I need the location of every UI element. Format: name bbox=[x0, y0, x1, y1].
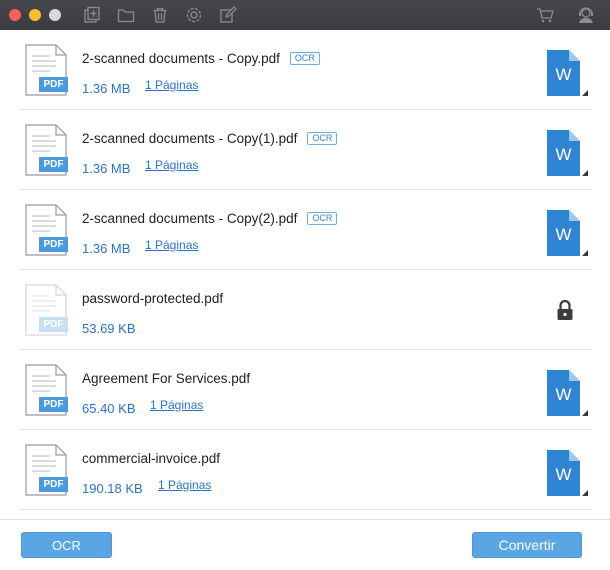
file-name: commercial-invoice.pdf bbox=[82, 451, 220, 466]
minimize-window-button[interactable] bbox=[29, 9, 41, 21]
pdf-badge-label: PDF bbox=[43, 159, 64, 170]
word-badge-label: W bbox=[555, 145, 572, 164]
file-name-text: Agreement For Services.pdf bbox=[82, 371, 251, 386]
support-icon[interactable] bbox=[577, 6, 595, 24]
pdf-badge-label: PDF bbox=[43, 399, 64, 410]
pdf-file-icon: PDF bbox=[25, 284, 69, 336]
file-size: 53.69 KB bbox=[82, 321, 136, 336]
word-badge-label: W bbox=[555, 65, 572, 84]
title-bar bbox=[0, 0, 610, 30]
file-size: 190.18 KB bbox=[82, 481, 143, 496]
settings-icon[interactable] bbox=[185, 6, 203, 24]
file-name-text: 2-scanned documents - Copy.pdf bbox=[82, 51, 280, 66]
file-row[interactable]: PDF password-protected.pdf 53.69 KB bbox=[20, 270, 592, 350]
pdf-badge-label: PDF bbox=[43, 479, 64, 490]
word-format-icon[interactable]: W bbox=[545, 129, 591, 177]
file-name-text: 2-scanned documents - Copy(1).pdf bbox=[82, 131, 298, 146]
pdf-file-icon: PDF bbox=[25, 364, 69, 416]
convert-button[interactable]: Convertir bbox=[472, 532, 582, 558]
file-list: PDF 2-scanned documents - Copy.pdf OCR 1.36… bbox=[0, 30, 610, 510]
word-format-icon[interactable]: W bbox=[545, 449, 591, 497]
pdf-file-icon: PDF bbox=[25, 444, 69, 496]
ocr-tag: OCR bbox=[289, 52, 320, 65]
page-count-link[interactable]: 1 Páginas bbox=[150, 398, 203, 412]
pdf-badge-label: PDF bbox=[43, 319, 64, 330]
word-badge-label: W bbox=[555, 385, 572, 404]
pdf-badge-label: PDF bbox=[43, 79, 64, 90]
pdf-file-icon: PDF bbox=[25, 124, 69, 176]
folder-icon[interactable] bbox=[117, 6, 135, 24]
file-row[interactable]: PDF 2-scanned documents - Copy.pdf OCR 1.36… bbox=[20, 30, 592, 110]
file-name: 2-scanned documents - Copy.pdf OCR bbox=[82, 51, 320, 66]
file-row[interactable]: PDF 2-scanned documents - Copy(1).pdf OCR 1… bbox=[20, 110, 592, 190]
file-name: 2-scanned documents - Copy(1).pdf OCR bbox=[82, 131, 338, 146]
file-name-text: 2-scanned documents - Copy(2).pdf bbox=[82, 211, 298, 226]
file-row[interactable]: PDF 2-scanned documents - Copy(2).pdf OCR 1… bbox=[20, 190, 592, 270]
ocr-button[interactable]: OCR bbox=[21, 532, 112, 558]
file-size: 1.36 MB bbox=[82, 241, 131, 256]
file-name: Agreement For Services.pdf bbox=[82, 371, 250, 386]
trash-icon[interactable] bbox=[151, 6, 169, 24]
file-name-text: commercial-invoice.pdf bbox=[82, 451, 221, 466]
word-format-icon[interactable]: W bbox=[545, 49, 591, 97]
file-size: 1.36 MB bbox=[82, 81, 131, 96]
word-format-icon[interactable]: W bbox=[545, 369, 591, 417]
ocr-tag: OCR bbox=[307, 212, 338, 225]
maximize-window-button[interactable] bbox=[49, 9, 61, 21]
page-count-link[interactable]: 1 Páginas bbox=[145, 158, 198, 172]
edit-icon[interactable] bbox=[219, 6, 237, 24]
cart-icon[interactable] bbox=[536, 6, 554, 24]
file-size: 1.36 MB bbox=[82, 161, 131, 176]
file-row[interactable]: PDF commercial-invoice.pdf 190.18 KB 1 Pági… bbox=[20, 430, 592, 510]
page-count-link[interactable]: 1 Páginas bbox=[145, 78, 198, 92]
file-row[interactable]: PDF Agreement For Services.pdf 65.40 KB 1 P… bbox=[20, 350, 592, 430]
pdf-file-icon: PDF bbox=[25, 44, 69, 96]
add-file-icon[interactable] bbox=[83, 6, 101, 24]
page-count-link[interactable]: 1 Páginas bbox=[158, 478, 211, 492]
lock-icon[interactable] bbox=[556, 299, 574, 321]
close-window-button[interactable] bbox=[9, 9, 21, 21]
file-name: 2-scanned documents - Copy(2).pdf OCR bbox=[82, 211, 338, 226]
file-name: password-protected.pdf bbox=[82, 291, 223, 306]
file-size: 65.40 KB bbox=[82, 401, 136, 416]
word-badge-label: W bbox=[555, 465, 572, 484]
word-badge-label: W bbox=[555, 225, 572, 244]
word-format-icon[interactable]: W bbox=[545, 209, 591, 257]
ocr-tag: OCR bbox=[307, 132, 338, 145]
pdf-badge-label: PDF bbox=[43, 239, 64, 250]
file-name-text: password-protected.pdf bbox=[82, 291, 224, 306]
footer: OCR Convertir bbox=[0, 519, 610, 570]
page-count-link[interactable]: 1 Páginas bbox=[145, 238, 198, 252]
pdf-file-icon: PDF bbox=[25, 204, 69, 256]
